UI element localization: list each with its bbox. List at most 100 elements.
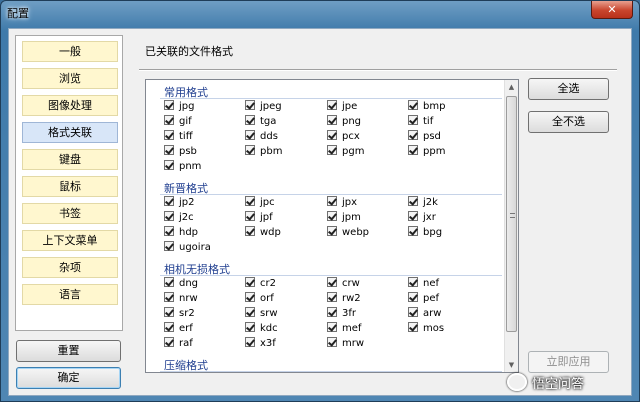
format-checkbox[interactable]: jpc (245, 196, 275, 210)
checkbox-checked-icon[interactable] (164, 130, 174, 140)
checkbox-checked-icon[interactable] (408, 211, 418, 221)
format-checkbox[interactable]: bmp (408, 100, 445, 114)
format-checkbox[interactable]: tiff (164, 130, 193, 144)
format-checkbox[interactable]: dng (164, 277, 198, 291)
format-checkbox[interactable]: jp2 (164, 196, 195, 210)
format-checkbox[interactable]: nrw (164, 292, 198, 306)
format-checkbox[interactable]: pbm (245, 145, 282, 159)
format-checkbox[interactable]: mef (327, 322, 361, 336)
sidebar-item-format-association[interactable]: 格式关联 (22, 122, 118, 143)
checkbox-checked-icon[interactable] (327, 115, 337, 125)
checkbox-checked-icon[interactable] (164, 241, 174, 251)
format-checkbox[interactable]: wdp (245, 226, 281, 240)
checkbox-checked-icon[interactable] (245, 322, 255, 332)
checkbox-checked-icon[interactable] (164, 322, 174, 332)
checkbox-checked-icon[interactable] (408, 115, 418, 125)
checkbox-checked-icon[interactable] (164, 226, 174, 236)
checkbox-checked-icon[interactable] (245, 196, 255, 206)
checkbox-checked-icon[interactable] (245, 292, 255, 302)
format-checkbox[interactable]: j2c (164, 211, 194, 225)
checkbox-checked-icon[interactable] (327, 322, 337, 332)
checkbox-checked-icon[interactable] (408, 292, 418, 302)
sidebar-item-misc[interactable]: 杂项 (22, 257, 118, 278)
checkbox-checked-icon[interactable] (245, 115, 255, 125)
scroll-thumb[interactable] (506, 96, 517, 332)
checkbox-checked-icon[interactable] (408, 130, 418, 140)
checkbox-checked-icon[interactable] (164, 100, 174, 110)
format-checkbox[interactable]: 3fr (327, 307, 356, 321)
checkbox-checked-icon[interactable] (327, 292, 337, 302)
checkbox-checked-icon[interactable] (245, 307, 255, 317)
format-checkbox[interactable]: tif (408, 115, 433, 129)
format-checkbox[interactable]: arw (408, 307, 441, 321)
format-checkbox[interactable]: kdc (245, 322, 278, 336)
format-checkbox[interactable]: jpm (327, 211, 361, 225)
select-all-button[interactable]: 全选 (528, 78, 609, 100)
format-checkbox[interactable]: jpx (327, 196, 357, 210)
format-checkbox[interactable]: webp (327, 226, 369, 240)
format-checkbox[interactable]: pcx (327, 130, 360, 144)
format-checkbox[interactable]: tga (245, 115, 276, 129)
format-checkbox[interactable]: j2k (408, 196, 438, 210)
format-checkbox[interactable]: crw (327, 277, 360, 291)
format-checkbox[interactable]: sr2 (164, 307, 195, 321)
vertical-scrollbar[interactable]: ▲ ▼ (504, 80, 518, 372)
format-checkbox[interactable]: jpe (327, 100, 357, 114)
checkbox-checked-icon[interactable] (245, 277, 255, 287)
sidebar-item-general[interactable]: 一般 (22, 41, 118, 62)
format-checkbox[interactable]: raf (164, 337, 193, 351)
checkbox-checked-icon[interactable] (327, 337, 337, 347)
checkbox-checked-icon[interactable] (164, 196, 174, 206)
format-checkbox[interactable]: x3f (245, 337, 276, 351)
scroll-up-icon[interactable]: ▲ (505, 80, 518, 94)
title-bar[interactable]: 配置 ✕ (1, 1, 639, 27)
format-checkbox[interactable]: cr2 (245, 277, 276, 291)
format-checkbox[interactable]: hdp (164, 226, 198, 240)
format-checkbox[interactable]: mrw (327, 337, 364, 351)
sidebar-item-mouse[interactable]: 鼠标 (22, 176, 118, 197)
checkbox-checked-icon[interactable] (164, 292, 174, 302)
checkbox-checked-icon[interactable] (327, 130, 337, 140)
reset-button[interactable]: 重置 (16, 340, 121, 362)
checkbox-checked-icon[interactable] (164, 211, 174, 221)
checkbox-checked-icon[interactable] (164, 337, 174, 347)
checkbox-checked-icon[interactable] (164, 307, 174, 317)
format-checkbox[interactable]: jpeg (245, 100, 282, 114)
format-checkbox[interactable]: nef (408, 277, 439, 291)
sidebar-item-language[interactable]: 语言 (22, 284, 118, 305)
checkbox-checked-icon[interactable] (164, 145, 174, 155)
checkbox-checked-icon[interactable] (327, 226, 337, 236)
format-checkbox[interactable]: srw (245, 307, 278, 321)
format-checkbox[interactable]: mos (408, 322, 444, 336)
sidebar-item-image-processing[interactable]: 图像处理 (22, 95, 118, 116)
format-checkbox[interactable]: orf (245, 292, 274, 306)
checkbox-checked-icon[interactable] (327, 196, 337, 206)
sidebar-item-bookmarks[interactable]: 书签 (22, 203, 118, 224)
checkbox-checked-icon[interactable] (164, 160, 174, 170)
checkbox-checked-icon[interactable] (164, 115, 174, 125)
format-checkbox[interactable]: pgm (327, 145, 364, 159)
format-checkbox[interactable]: gif (164, 115, 192, 129)
checkbox-checked-icon[interactable] (245, 100, 255, 110)
format-checkbox[interactable]: jpf (245, 211, 273, 225)
format-checkbox[interactable]: psd (408, 130, 441, 144)
select-none-button[interactable]: 全不选 (528, 111, 609, 133)
checkbox-checked-icon[interactable] (164, 277, 174, 287)
format-checkbox[interactable]: bpg (408, 226, 442, 240)
checkbox-checked-icon[interactable] (408, 277, 418, 287)
checkbox-checked-icon[interactable] (327, 100, 337, 110)
checkbox-checked-icon[interactable] (327, 307, 337, 317)
checkbox-checked-icon[interactable] (408, 322, 418, 332)
sidebar-item-keyboard[interactable]: 键盘 (22, 149, 118, 170)
format-checkbox[interactable]: erf (164, 322, 193, 336)
format-checkbox[interactable]: rw2 (327, 292, 361, 306)
checkbox-checked-icon[interactable] (327, 277, 337, 287)
format-checkbox[interactable]: pef (408, 292, 439, 306)
sidebar-item-context-menu[interactable]: 上下文菜单 (22, 230, 118, 251)
checkbox-checked-icon[interactable] (327, 211, 337, 221)
sidebar-item-browse[interactable]: 浏览 (22, 68, 118, 89)
checkbox-checked-icon[interactable] (408, 307, 418, 317)
checkbox-checked-icon[interactable] (245, 145, 255, 155)
format-checkbox[interactable]: jxr (408, 211, 436, 225)
checkbox-checked-icon[interactable] (245, 130, 255, 140)
